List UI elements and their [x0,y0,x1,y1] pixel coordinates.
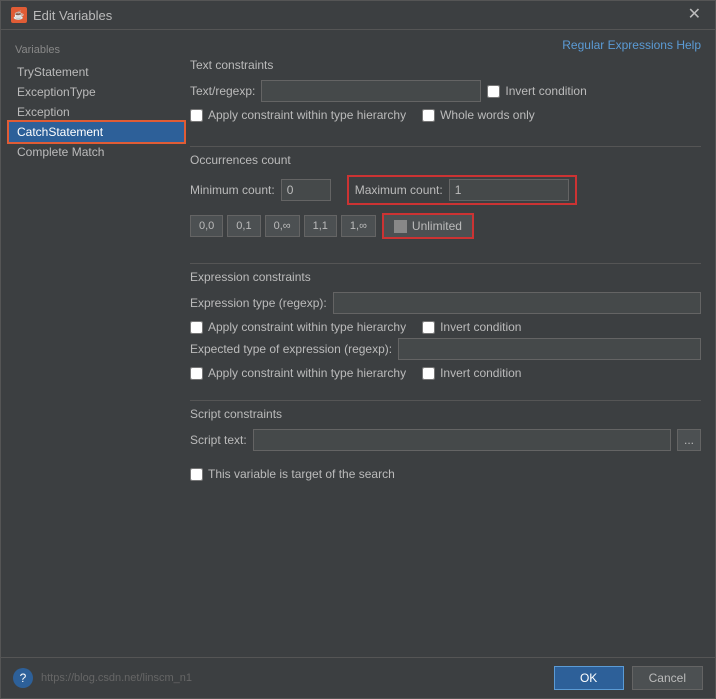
sidebar-item-exception[interactable]: Exception [9,102,184,122]
footer-url: https://blog.csdn.net/linscm_n1 [41,672,192,684]
expr-invert-condition-label: Invert condition [440,320,521,334]
whole-words-label: Whole words only [440,108,535,122]
footer-left: ? https://blog.csdn.net/linscm_n1 [13,668,192,688]
close-button[interactable]: ✕ [684,7,705,23]
expr-type-input[interactable] [333,292,701,314]
whole-words-checkbox[interactable] [422,109,435,122]
expected-invert-condition-checkbox[interactable] [422,367,435,380]
expr-invert-condition-row: Invert condition [422,320,521,334]
title-bar: ☕ Edit Variables ✕ [1,1,715,30]
unlimited-checkbox-icon [394,220,407,233]
target-label: This variable is target of the search [208,467,395,481]
footer: ? https://blog.csdn.net/linscm_n1 OK Can… [1,657,715,698]
script-constraints-title: Script constraints [190,407,701,421]
expected-type-row: Expected type of expression (regexp): [190,338,701,360]
expr-apply-constraint-row: Apply constraint within type hierarchy [190,320,406,334]
script-constraints-section: Script constraints Script text: ... [190,407,701,451]
invert-condition-1-checkbox[interactable] [487,85,500,98]
expr-apply-constraint-checkbox[interactable] [190,321,203,334]
expr-type-row: Expression type (regexp): [190,292,701,314]
script-text-row: Script text: ... [190,429,701,451]
cancel-button[interactable]: Cancel [632,666,703,690]
sidebar-item-trystatement[interactable]: TryStatement [9,62,184,82]
preset-btn-00[interactable]: 0,0 [190,215,223,237]
max-count-label: Maximum count: [355,183,443,197]
apply-constraint-checkbox[interactable] [190,109,203,122]
min-count-input[interactable] [281,179,331,201]
invert-condition-1-row: Invert condition [487,84,586,98]
expected-invert-condition-label: Invert condition [440,366,521,380]
preset-buttons: 0,0 0,1 0,∞ 1,1 1,∞ [190,215,376,237]
dialog-title: Edit Variables [33,8,112,23]
max-count-input[interactable] [449,179,569,201]
apply-constraint-label: Apply constraint within type hierarchy [208,108,406,122]
text-constraints-section: Text constraints Text/regexp: Invert con… [190,58,701,128]
sidebar: Variables TryStatement ExceptionType Exc… [9,38,184,649]
dialog-content: Variables TryStatement ExceptionType Exc… [1,30,715,657]
main-panel: Regular Expressions Help Text constraint… [184,38,707,649]
count-row: Minimum count: Maximum count: [190,175,701,205]
preset-btn-1inf[interactable]: 1,∞ [341,215,376,237]
preset-btn-11[interactable]: 1,1 [304,215,337,237]
whole-words-row: Whole words only [422,108,535,122]
help-link[interactable]: Regular Expressions Help [562,36,701,60]
unlimited-button[interactable]: Unlimited [382,213,474,239]
expected-type-label: Expected type of expression (regexp): [190,342,392,356]
unlimited-label: Unlimited [412,219,462,233]
expression-constraints-section: Expression constraints Expression type (… [190,270,701,384]
target-checkbox-row: This variable is target of the search [190,467,395,481]
sidebar-item-exceptiontype[interactable]: ExceptionType [9,82,184,102]
edit-variables-dialog: ☕ Edit Variables ✕ Variables TryStatemen… [0,0,716,699]
expected-apply-constraint-row: Apply constraint within type hierarchy [190,366,406,380]
invert-condition-1-label: Invert condition [505,84,586,98]
text-regexp-input[interactable] [261,80,481,102]
target-checkbox[interactable] [190,468,203,481]
expr-invert-condition-checkbox[interactable] [422,321,435,334]
expected-apply-constraint-label: Apply constraint within type hierarchy [208,366,406,380]
min-count-group: Minimum count: [190,179,331,201]
text-regexp-label: Text/regexp: [190,84,255,98]
max-count-group: Maximum count: [347,175,577,205]
script-text-input[interactable] [253,429,671,451]
script-browse-button[interactable]: ... [677,429,701,451]
target-row: This variable is target of the search [190,467,701,481]
expr-apply-row: Apply constraint within type hierarchy I… [190,320,701,334]
preset-btn-0inf[interactable]: 0,∞ [265,215,300,237]
expected-type-input[interactable] [398,338,701,360]
help-circle-button[interactable]: ? [13,668,33,688]
expr-type-label: Expression type (regexp): [190,296,327,310]
expr-apply-constraint-label: Apply constraint within type hierarchy [208,320,406,334]
expected-apply-row: Apply constraint within type hierarchy I… [190,366,701,380]
occurrences-section: Occurrences count Minimum count: Maximum… [190,153,701,245]
expected-invert-condition-row: Invert condition [422,366,521,380]
app-icon: ☕ [11,7,27,23]
presets-row: 0,0 0,1 0,∞ 1,1 1,∞ Unlimited [190,213,701,239]
preset-btn-01[interactable]: 0,1 [227,215,260,237]
script-text-label: Script text: [190,433,247,447]
sidebar-item-catchstatement[interactable]: CatchStatement [9,122,184,142]
expected-apply-constraint-checkbox[interactable] [190,367,203,380]
min-count-label: Minimum count: [190,183,275,197]
sidebar-label: Variables [9,42,184,62]
text-regexp-row: Text/regexp: Invert condition [190,80,701,102]
text-constraints-title: Text constraints [190,58,701,72]
footer-buttons: OK Cancel [554,666,703,690]
title-bar-left: ☕ Edit Variables [11,7,112,23]
apply-constraint-row-label: Apply constraint within type hierarchy [190,108,406,122]
ok-button[interactable]: OK [554,666,624,690]
expression-constraints-title: Expression constraints [190,270,701,284]
apply-constraint-row: Apply constraint within type hierarchy W… [190,108,701,122]
occurrences-title: Occurrences count [190,153,701,167]
sidebar-item-completematch[interactable]: Complete Match [9,142,184,162]
